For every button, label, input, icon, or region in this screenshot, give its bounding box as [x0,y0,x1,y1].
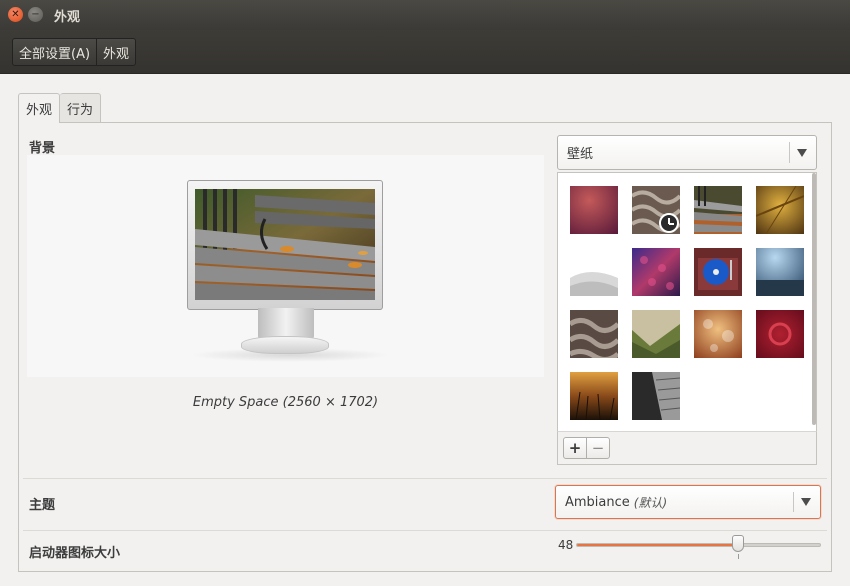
wallpaper-thumb-valley[interactable] [632,310,680,358]
wallpaper-thumb-purple[interactable] [570,186,618,234]
title-bar: ✕ − 外观 [0,0,850,30]
wallpaper-thumb-rope[interactable] [632,186,680,234]
window-title: 外观 [54,10,81,25]
monitor-base [241,336,329,354]
wallpaper-thumb-dunes[interactable] [570,248,618,296]
theme-value: Ambiance [565,494,630,510]
monitor-image [187,180,383,310]
close-icon: ✕ [11,8,20,20]
wallpaper-thumb-bokeh[interactable] [694,310,742,358]
slideshow-clock-icon [659,213,679,233]
dropdown-arrow-icon [797,148,807,157]
tab-appearance[interactable]: 外观 [18,93,61,123]
wallpaper-caption: Empty Space (2560 × 1702) [192,395,379,410]
slider-fill [577,544,739,546]
tab-behavior[interactable]: 行为 [60,93,102,122]
divider [23,478,827,479]
wallpaper-scrollbar[interactable] [812,173,816,425]
wallpaper-thumb-bench[interactable] [694,186,742,234]
add-wallpaper-button[interactable]: + [563,437,587,459]
combo-separator [793,492,794,512]
wallpaper-thumb-sea[interactable] [756,248,804,296]
theme-default-hint: (默认) [633,495,668,510]
breadcrumb-appearance[interactable]: 外观 [96,39,135,65]
remove-wallpaper-button[interactable]: − [586,437,610,459]
launcher-size-label: 启动器图标大小 [29,546,121,561]
wallpaper-source-combo[interactable]: 壁纸 [557,135,817,170]
tab-bar: 外观 行为 [18,93,102,123]
theme-label: 主题 [29,498,56,513]
wallpaper-thumb-rope-2[interactable] [570,310,618,358]
divider [23,530,827,531]
wallpaper-thumb-building[interactable] [632,372,680,420]
wallpaper-thumb-cobblestone[interactable] [632,248,680,296]
launcher-size-value: 48 [558,538,574,552]
wallpaper-thumb-sunset[interactable] [570,372,618,420]
minimize-icon: − [31,8,40,20]
slider-handle[interactable] [731,535,744,552]
wallpaper-source-value: 壁纸 [567,147,594,162]
preview-screen [195,189,375,300]
all-settings-button[interactable]: 全部设置(A) [13,39,96,65]
wallpaper-thumb-red-ubuntu[interactable] [756,310,804,358]
wallpaper-grid[interactable] [557,172,817,431]
combo-separator [789,142,790,163]
wallpaper-thumb-leaf[interactable] [756,186,804,234]
breadcrumb: 全部设置(A) 外观 [12,38,137,66]
launcher-size-slider[interactable] [576,543,821,547]
close-window-button[interactable]: ✕ [8,7,23,22]
slider-tick [737,554,739,559]
theme-combo[interactable]: Ambiance (默认) [555,485,821,519]
wallpaper-thumb-turntable[interactable] [694,248,742,296]
toolbar: 全部设置(A) 外观 [0,30,850,74]
minimize-window-button[interactable]: − [28,7,43,22]
wallpaper-toolbar: + − [557,431,817,465]
dropdown-arrow-icon [801,498,811,506]
background-label: 背景 [29,141,56,156]
